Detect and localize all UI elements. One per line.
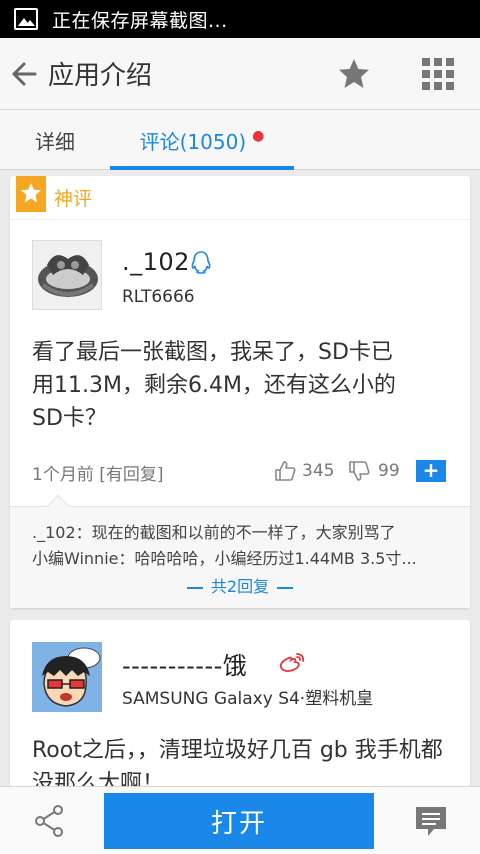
like-button[interactable]: 345 [274, 460, 334, 482]
app-header: 应用介绍 [0, 38, 480, 110]
comment-card: 神评 ._102 RLT6666 看了最后一张截图，我呆了，SD卡已用11.3M… [10, 176, 470, 608]
thumbs-up-icon [275, 461, 296, 481]
avatar[interactable] [32, 240, 102, 310]
dislike-button[interactable]: 99 [348, 460, 400, 482]
back-button[interactable] [0, 38, 48, 110]
reply-item[interactable]: 小编Winnie：哈哈哈哈，小编经历过1.44MB 3.5寸... [32, 545, 452, 569]
app-grid-icon[interactable] [422, 58, 454, 90]
like-count: 345 [302, 461, 335, 481]
more-replies-label: 共2回复 [210, 577, 270, 596]
status-bar: 正在保存屏幕截图... [0, 0, 480, 38]
comment-text: 看了最后一张截图，我呆了，SD卡已用11.3M，剩余6.4M，还有这么小的SD卡… [32, 340, 396, 431]
user-device: SAMSUNG Galaxy S4·塑料机皇 [122, 689, 374, 709]
reply-item[interactable]: ._102：现在的截图和以前的不一样了，大家别骂了 [32, 519, 452, 543]
comment-card: -----------饿 SAMSUNG Galaxy S4·塑料机皇 Root… [10, 620, 470, 810]
qq-penguin-icon [191, 251, 211, 274]
dislike-count: 99 [378, 461, 400, 481]
cartoon-avatar-image [32, 642, 102, 712]
active-tab-indicator [110, 166, 294, 170]
featured-badge [16, 176, 46, 212]
featured-bar: 神评 [10, 176, 470, 220]
user-device: RLT6666 [122, 287, 195, 307]
tab-detail[interactable]: 详细 [0, 110, 110, 170]
username[interactable]: ._102 [122, 248, 190, 276]
tab-detail-label: 详细 [35, 129, 75, 154]
reply-add-button[interactable]: + [416, 460, 446, 482]
avatar[interactable] [32, 642, 102, 712]
ring-avatar-image [33, 241, 101, 309]
open-app-label: 打开 [210, 808, 267, 839]
image-notification-icon [14, 8, 38, 30]
tab-bar: 详细 评论(1050) ● [0, 110, 480, 170]
status-notification-text: 正在保存屏幕截图... [52, 9, 228, 32]
more-replies-link[interactable]: 共2回复 [10, 573, 470, 597]
weibo-icon [279, 653, 305, 672]
back-arrow-icon [12, 62, 37, 85]
username[interactable]: -----------饿 [122, 646, 247, 681]
favorite-star-icon[interactable] [336, 56, 372, 92]
open-app-button[interactable]: 打开 [104, 793, 374, 849]
star-icon [21, 183, 41, 203]
share-icon[interactable] [32, 803, 68, 839]
dash-right-icon [277, 586, 294, 589]
tab-comments[interactable]: 评论(1050) ● [110, 110, 294, 170]
dash-left-icon [186, 586, 203, 589]
write-comment-icon[interactable] [414, 805, 448, 839]
comment-time: 1个月前 [有回复] [32, 465, 164, 485]
tab-comments-label: 评论(1050) [139, 129, 247, 154]
thumbs-down-icon [349, 461, 370, 481]
page-title: 应用介绍 [48, 61, 153, 91]
replies-section: ._102：现在的截图和以前的不一样了，大家别骂了 小编Winnie：哈哈哈哈，… [10, 506, 470, 608]
bottom-action-bar: 打开 [0, 786, 480, 854]
featured-label: 神评 [54, 188, 93, 210]
unread-dot-icon: ● [252, 128, 265, 144]
